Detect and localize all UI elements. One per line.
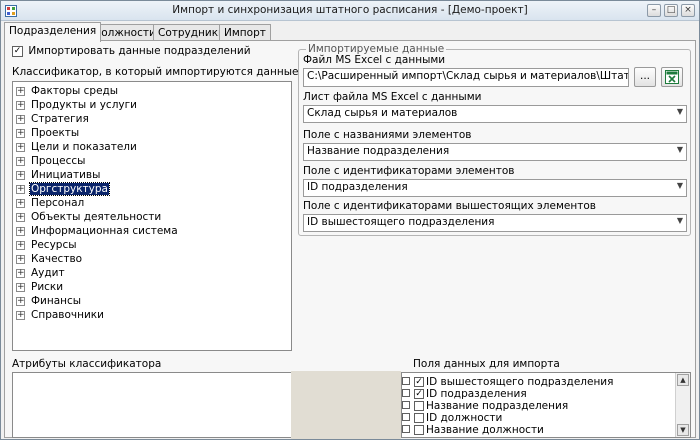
expand-icon[interactable]: + bbox=[16, 156, 25, 166]
ids-field-label: Поле с идентификаторами элементов bbox=[303, 165, 515, 177]
file-path-input[interactable]: C:\Расширенный импорт\Склад сырья и мате… bbox=[303, 68, 629, 87]
checkbox-checked-icon: ✓ bbox=[12, 45, 23, 57]
expand-icon[interactable]: + bbox=[16, 184, 25, 194]
expand-icon[interactable]: + bbox=[16, 240, 25, 250]
expand-icon[interactable]: + bbox=[16, 212, 25, 222]
window-title: Импорт и синхронизация штатного расписан… bbox=[172, 4, 528, 16]
sheet-value: Склад сырья и материалов bbox=[307, 107, 458, 119]
dropdown-arrow-icon: ▼ bbox=[676, 145, 683, 154]
tab-import[interactable]: Импорт bbox=[219, 24, 271, 41]
list-item[interactable]: ✓ ID подразделения bbox=[414, 388, 527, 400]
expand-icon[interactable]: + bbox=[16, 282, 25, 292]
scroll-up-icon[interactable]: ▲ bbox=[677, 374, 689, 386]
splitter-area bbox=[291, 371, 401, 439]
minimize-button[interactable]: – bbox=[647, 4, 661, 17]
row-marker-icon bbox=[402, 423, 410, 435]
excel-icon bbox=[665, 70, 679, 84]
sheet-select[interactable]: Склад сырья и материалов ▼ bbox=[303, 105, 687, 123]
expand-icon[interactable]: + bbox=[16, 268, 25, 278]
tree-item[interactable]: + Качество bbox=[16, 253, 83, 267]
file-label: Файл MS Excel с данными bbox=[303, 54, 446, 66]
import-departments-label: Импортировать данные подразделений bbox=[28, 45, 251, 57]
expand-icon[interactable]: + bbox=[16, 128, 25, 138]
dropdown-arrow-icon: ▼ bbox=[676, 216, 683, 225]
tree-item[interactable]: + Проекты bbox=[16, 127, 80, 141]
tree-item[interactable]: + Информационная система bbox=[16, 225, 179, 239]
expand-icon[interactable]: + bbox=[16, 142, 25, 152]
list-scrollbar[interactable]: ▲ ▼ bbox=[675, 373, 690, 437]
expand-icon[interactable]: + bbox=[16, 198, 25, 208]
parent-ids-field-label: Поле с идентификаторами вышестоящих элем… bbox=[303, 200, 596, 212]
scroll-down-icon[interactable]: ▼ bbox=[677, 424, 689, 436]
expand-icon[interactable]: + bbox=[16, 170, 25, 180]
expand-icon[interactable]: + bbox=[16, 226, 25, 236]
list-item[interactable]: Название подразделения bbox=[414, 400, 568, 412]
checkbox-icon[interactable] bbox=[414, 425, 424, 435]
fields-for-import-list[interactable]: ✓ ID вышестоящего подразделения ✓ ID подра… bbox=[401, 372, 691, 438]
tree-item[interactable]: + Объекты деятельности bbox=[16, 211, 162, 225]
expand-icon[interactable]: + bbox=[16, 114, 25, 124]
attributes-list[interactable] bbox=[12, 372, 292, 438]
tab-panel: ✓ Импортировать данные подразделений Кла… bbox=[4, 40, 696, 439]
tree-item-selected[interactable]: + Оргструктура bbox=[16, 182, 110, 197]
row-marker-icon bbox=[402, 399, 410, 411]
expand-icon[interactable]: + bbox=[16, 254, 25, 264]
expand-icon[interactable]: + bbox=[16, 310, 25, 320]
ids-field-select[interactable]: ID подразделения ▼ bbox=[303, 179, 687, 197]
list-item[interactable]: ✓ ID вышестоящего подразделения bbox=[414, 376, 613, 388]
tree-item[interactable]: + Справочники bbox=[16, 309, 105, 323]
open-excel-button[interactable] bbox=[661, 67, 683, 87]
classifier-tree[interactable]: + Факторы среды + Продукты и услуги + Страт… bbox=[12, 81, 292, 351]
row-marker-icon bbox=[402, 411, 410, 423]
list-item[interactable]: ID должности bbox=[414, 412, 502, 424]
import-departments-checkbox[interactable]: ✓ Импортировать данные подразделений bbox=[12, 45, 251, 57]
maximize-button[interactable]: □ bbox=[664, 4, 678, 17]
import-window: Импорт и синхронизация штатного расписан… bbox=[0, 0, 700, 440]
tree-item[interactable]: + Продукты и услуги bbox=[16, 99, 138, 113]
list-item[interactable]: Название должности bbox=[414, 424, 544, 437]
checkbox-icon[interactable] bbox=[414, 401, 424, 411]
tree-item[interactable]: + Финансы bbox=[16, 295, 82, 309]
names-field-label: Поле с названиями элементов bbox=[303, 129, 472, 141]
tree-item[interactable]: + Факторы среды bbox=[16, 85, 119, 99]
tree-item[interactable]: + Стратегия bbox=[16, 113, 90, 127]
checkbox-checked-icon[interactable]: ✓ bbox=[414, 389, 424, 399]
names-field-select[interactable]: Название подразделения ▼ bbox=[303, 143, 687, 161]
tab-departments[interactable]: Подразделения bbox=[4, 22, 102, 42]
parent-ids-field-select[interactable]: ID вышестоящего подразделения ▼ bbox=[303, 214, 687, 232]
attributes-label: Атрибуты классификатора bbox=[12, 358, 162, 370]
close-button[interactable]: × bbox=[681, 4, 695, 17]
checkbox-icon[interactable] bbox=[414, 413, 424, 423]
parent-ids-field-value: ID вышестоящего подразделения bbox=[307, 216, 495, 228]
tree-item[interactable]: + Цели и показатели bbox=[16, 141, 138, 155]
tree-item[interactable]: + Персонал bbox=[16, 197, 85, 211]
ids-field-value: ID подразделения bbox=[307, 181, 408, 193]
title-bar: Импорт и синхронизация штатного расписан… bbox=[1, 1, 699, 21]
tree-item[interactable]: + Процессы bbox=[16, 155, 86, 169]
dropdown-arrow-icon: ▼ bbox=[676, 107, 683, 116]
expand-icon[interactable]: + bbox=[16, 86, 25, 96]
tree-item[interactable]: + Риски bbox=[16, 281, 64, 295]
row-marker-icon bbox=[402, 375, 410, 387]
imported-data-group: Импортируемые данные Файл MS Excel с дан… bbox=[298, 43, 691, 236]
sheet-label: Лист файла MS Excel с данными bbox=[303, 91, 482, 103]
expand-icon[interactable]: + bbox=[16, 296, 25, 306]
dropdown-arrow-icon: ▼ bbox=[676, 181, 683, 190]
fields-for-import-label: Поля данных для импорта bbox=[413, 358, 560, 370]
row-marker-icon bbox=[402, 387, 410, 399]
tree-item[interactable]: + Аудит bbox=[16, 267, 66, 281]
classifier-label: Классификатор, в который импортируются д… bbox=[12, 66, 299, 78]
names-field-value: Название подразделения bbox=[307, 145, 450, 157]
expand-icon[interactable]: + bbox=[16, 100, 25, 110]
tree-item[interactable]: + Инициативы bbox=[16, 169, 101, 183]
tree-item[interactable]: + Ресурсы bbox=[16, 239, 78, 253]
browse-button[interactable]: ... bbox=[634, 67, 656, 87]
checkbox-checked-icon[interactable]: ✓ bbox=[414, 377, 424, 387]
